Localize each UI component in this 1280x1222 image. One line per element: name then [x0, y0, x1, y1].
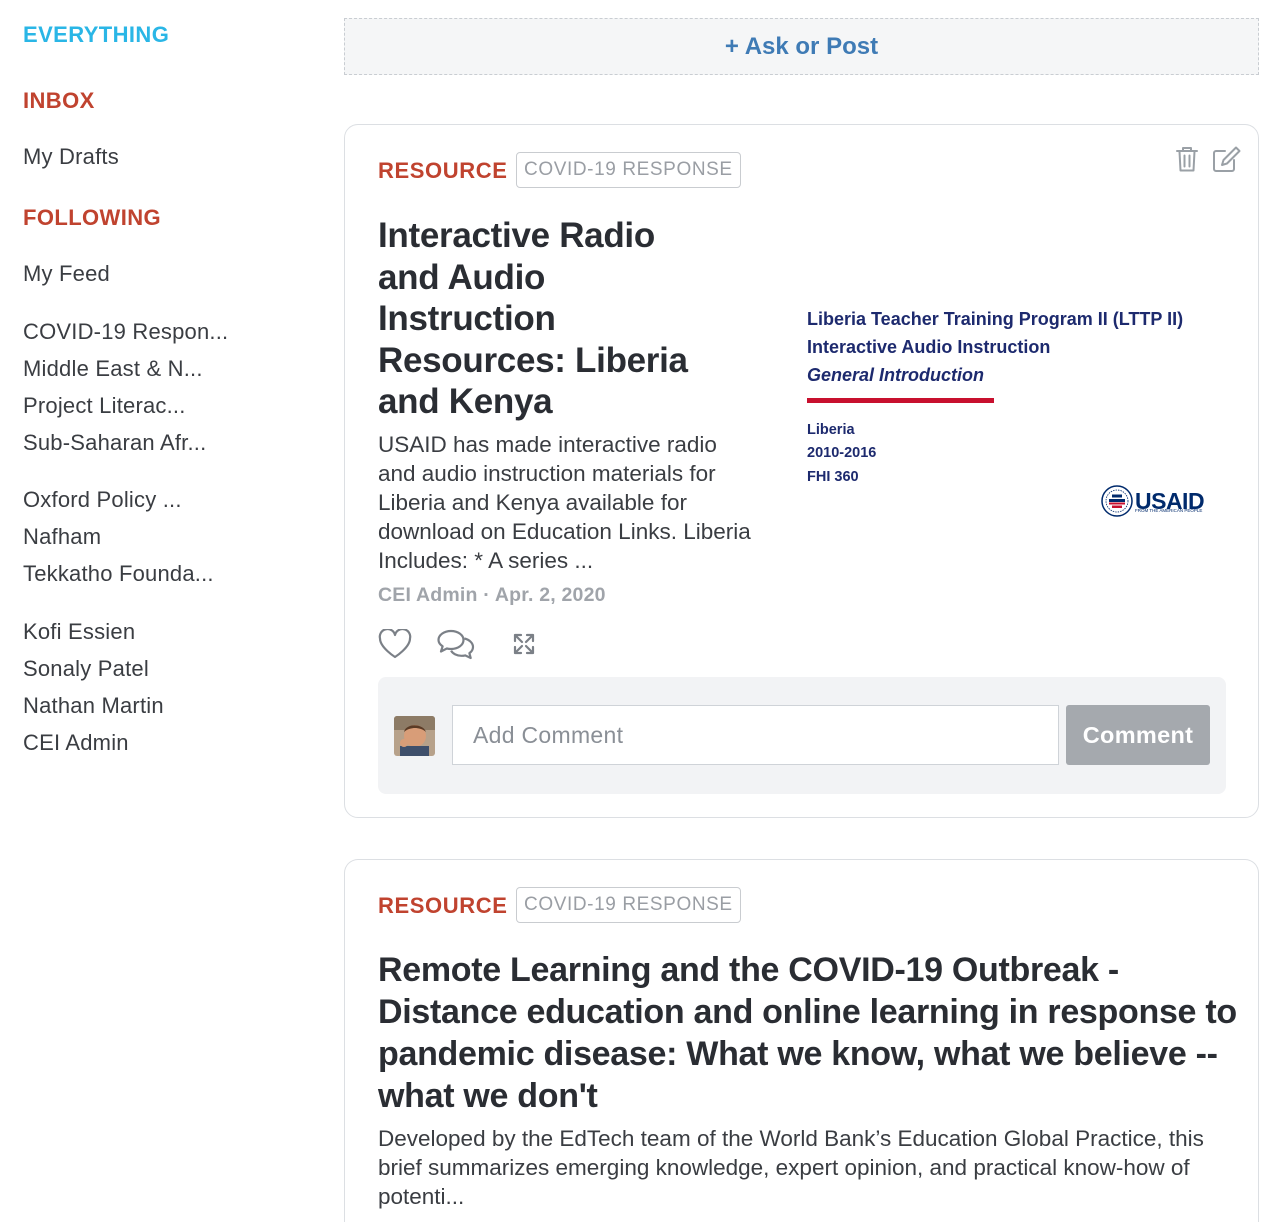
nav-person-item[interactable]: Kofi Essien: [23, 619, 135, 645]
nav-person-item[interactable]: Nathan Martin: [23, 693, 164, 719]
thumbnail-section: General Introduction: [807, 365, 985, 385]
post-thumbnail[interactable]: Liberia Teacher Training Program II (LTT…: [785, 285, 1225, 535]
ask-or-post-button[interactable]: + Ask or Post: [344, 18, 1259, 75]
comment-box: Comment: [378, 677, 1226, 794]
nav-group-item[interactable]: Middle East & N...: [23, 356, 203, 382]
usaid-logo-tagline: FROM THE AMERICAN PEOPLE: [1135, 508, 1203, 513]
nav-group-item[interactable]: Sub-Saharan Afr...: [23, 430, 206, 456]
nav-inbox[interactable]: INBOX: [23, 88, 95, 114]
comment-input[interactable]: [452, 705, 1059, 765]
nav-group-item[interactable]: Project Literac...: [23, 393, 186, 419]
nav-following[interactable]: FOLLOWING: [23, 205, 161, 231]
usaid-seal-icon: [1101, 485, 1133, 517]
nav-organization-item[interactable]: Oxford Policy ...: [23, 487, 182, 513]
heart-icon[interactable]: [378, 629, 412, 659]
thumbnail-title: Liberia Teacher Training Program II (LTT…: [807, 309, 1184, 329]
post-type-label: RESOURCE: [378, 158, 508, 183]
nav-organization-item[interactable]: Tekkatho Founda...: [23, 561, 214, 587]
comment-button[interactable]: Comment: [1066, 705, 1210, 765]
nav-my-drafts[interactable]: My Drafts: [23, 144, 119, 170]
thumbnail-subtitle: Interactive Audio Instruction: [807, 337, 1051, 357]
comments-icon[interactable]: [436, 628, 476, 660]
post-tools: [1172, 145, 1242, 173]
post-card: RESOURCE COVID-19 RESPONSE Remote Learni…: [344, 859, 1259, 1222]
post-actions: [378, 628, 536, 660]
nav-organization-item[interactable]: Nafham: [23, 524, 101, 550]
nav-my-feed[interactable]: My Feed: [23, 261, 110, 287]
nav-group-item[interactable]: COVID-19 Respon...: [23, 319, 228, 345]
post-card: RESOURCE COVID-19 RESPONSE Interactive R…: [344, 124, 1259, 818]
thumbnail-divider: [807, 398, 994, 403]
nav-everything[interactable]: EVERYTHING: [23, 22, 169, 48]
thumbnail-org: FHI 360: [807, 469, 859, 485]
expand-icon[interactable]: [512, 632, 536, 656]
avatar: [394, 716, 435, 756]
post-tag[interactable]: COVID-19 RESPONSE: [516, 152, 741, 188]
thumbnail-country: Liberia: [807, 422, 855, 438]
post-title[interactable]: Interactive Radio and Audio Instruction …: [378, 215, 723, 423]
post-description: Developed by the EdTech team of the Worl…: [378, 1126, 1204, 1209]
edit-icon[interactable]: [1212, 145, 1242, 173]
trash-icon[interactable]: [1172, 145, 1202, 173]
thumbnail-years: 2010-2016: [807, 445, 877, 461]
nav-person-item[interactable]: Sonaly Patel: [23, 656, 149, 682]
post-title[interactable]: Remote Learning and the COVID-19 Outbrea…: [378, 949, 1238, 1117]
post-meta: CEI Admin · Apr. 2, 2020: [378, 584, 606, 606]
usaid-logo: USAID FROM THE AMERICAN PEOPLE: [1101, 485, 1205, 517]
post-type-label: RESOURCE: [378, 893, 508, 918]
post-description: USAID has made interactive radio and aud…: [378, 432, 751, 573]
post-tag[interactable]: COVID-19 RESPONSE: [516, 887, 741, 923]
ask-or-post-label: + Ask or Post: [724, 32, 879, 60]
nav-person-item[interactable]: CEI Admin: [23, 730, 129, 756]
